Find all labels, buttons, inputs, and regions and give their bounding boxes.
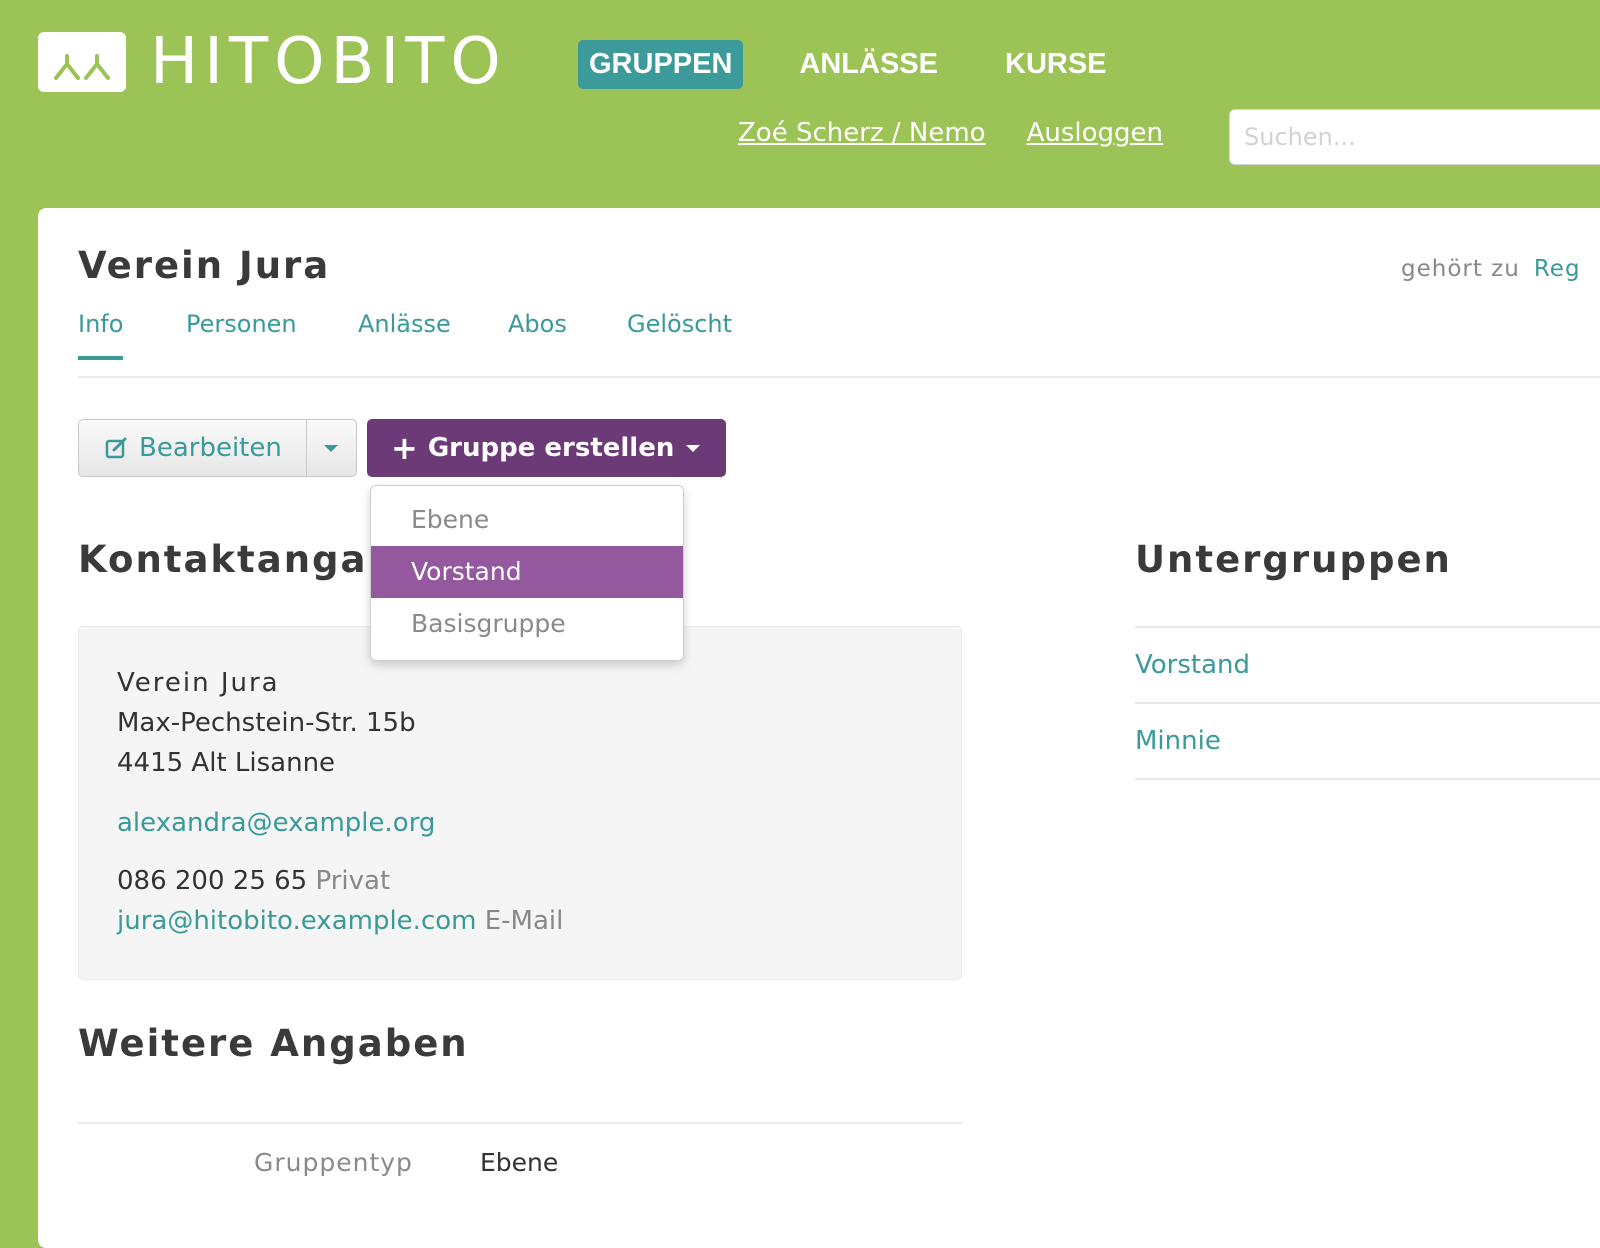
edit-dropdown-toggle[interactable] (306, 419, 357, 477)
user-link[interactable]: Zoé Scherz / Nemo (738, 118, 986, 148)
content-panel: Verein Jura gehört zu Reg Info Personen A… (38, 208, 1600, 1248)
divider (78, 1122, 962, 1124)
group-type-label: Gruppentyp (254, 1148, 413, 1177)
nav-item-kurse[interactable]: KURSE (994, 40, 1118, 89)
create-group-menu: Ebene Vorstand Basisgruppe (370, 485, 684, 661)
tab-personen[interactable]: Personen (186, 310, 297, 356)
group-type-value: Ebene (480, 1148, 559, 1177)
belongs-to-link[interactable]: Reg (1534, 256, 1581, 282)
main-nav: GRUPPEN ANLÄSSE KURSE (578, 40, 1163, 89)
nav-item-gruppen[interactable]: GRUPPEN (578, 40, 744, 89)
tab-abos[interactable]: Abos (508, 310, 567, 356)
edit-button-group: Bearbeiten (78, 419, 357, 477)
tab-geloescht[interactable]: Gelöscht (627, 310, 732, 356)
edit-button-label: Bearbeiten (139, 433, 282, 463)
contact-heading: Kontaktangab (78, 538, 396, 581)
tab-anlaesse[interactable]: Anlässe (358, 310, 451, 356)
subgroup-minnie[interactable]: Minnie (1135, 702, 1600, 780)
caret-down-icon (324, 444, 339, 452)
contact-phone-label: Privat (315, 866, 391, 896)
nav-item-anlaesse[interactable]: ANLÄSSE (788, 40, 949, 89)
more-info-heading: Weitere Angaben (78, 1022, 469, 1065)
menu-item-ebene[interactable]: Ebene (371, 494, 683, 546)
edit-button[interactable]: Bearbeiten (78, 419, 307, 477)
tab-bar: Info Personen Anlässe Abos Gelöscht (78, 310, 1600, 378)
user-bar: Zoé Scherz / Nemo Ausloggen (738, 118, 1204, 148)
logo[interactable]: HITOBITO (38, 30, 507, 94)
contact-street: Max-Pechstein-Str. 15b (117, 708, 416, 738)
contact-city: 4415 Alt Lisanne (117, 748, 336, 778)
contact-phone: 086 200 25 65 (117, 866, 308, 896)
contact-email-link[interactable]: alexandra@example.org (117, 808, 435, 838)
plus-icon: + (391, 429, 418, 467)
caret-down-icon (686, 444, 701, 452)
brand-name: HITOBITO (150, 25, 507, 99)
menu-item-basisgruppe[interactable]: Basisgruppe (371, 598, 683, 650)
contact-card: Verein Jura Max-Pechstein-Str. 15b 4415 … (78, 626, 962, 980)
subgroups-list: Vorstand Minnie (1135, 626, 1600, 780)
menu-item-vorstand[interactable]: Vorstand (371, 546, 683, 598)
page-title: Verein Jura (78, 244, 331, 287)
subgroup-vorstand[interactable]: Vorstand (1135, 626, 1600, 702)
search-input[interactable] (1229, 109, 1600, 165)
belongs-to-label: gehört zu (1401, 256, 1520, 282)
create-group-label: Gruppe erstellen (427, 433, 675, 463)
contact-extra-email-link[interactable]: jura@hitobito.example.com (117, 906, 476, 936)
create-group-button[interactable]: + Gruppe erstellen (367, 419, 727, 477)
logout-link[interactable]: Ausloggen (1027, 118, 1163, 148)
logo-people-icon (38, 32, 126, 92)
contact-name: Verein Jura (117, 668, 280, 698)
subgroups-heading: Untergruppen (1135, 538, 1452, 581)
belongs-to: gehört zu Reg (1401, 256, 1581, 282)
contact-extra-email-label: E-Mail (484, 906, 564, 936)
edit-icon (105, 437, 127, 459)
tab-info[interactable]: Info (78, 310, 124, 360)
